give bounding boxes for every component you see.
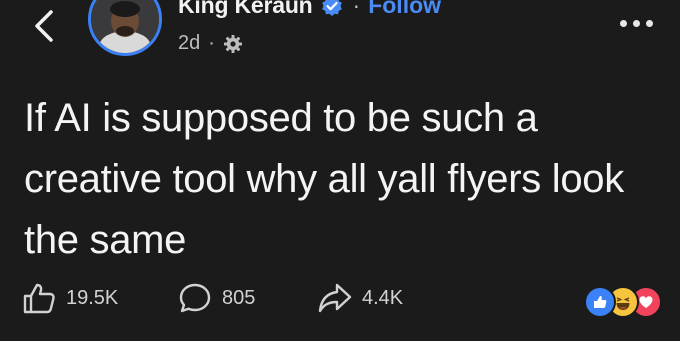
like-reaction-icon	[584, 286, 616, 318]
reactions-summary[interactable]	[584, 286, 662, 318]
share-button[interactable]: 4.4K	[318, 282, 403, 314]
comment-button[interactable]: 805	[178, 282, 255, 314]
more-options-button[interactable]	[614, 8, 658, 38]
action-bar: 19.5K 805 4.4K	[0, 280, 680, 330]
author-line: King Keraun · Follow	[178, 0, 441, 19]
author-name[interactable]: King Keraun	[178, 0, 313, 19]
avatar-image	[91, 0, 159, 53]
comment-count: 805	[222, 286, 256, 309]
thumbs-up-icon	[23, 283, 55, 314]
post-text: If AI is supposed to be such a creative …	[24, 96, 624, 262]
verified-badge-icon	[321, 0, 342, 16]
gear-icon	[223, 34, 242, 53]
comment-icon	[179, 283, 211, 313]
post-time[interactable]: 2d	[178, 32, 200, 55]
post-meta: 2d ·	[178, 32, 243, 55]
more-dot-icon	[645, 19, 653, 27]
like-count: 19.5K	[66, 286, 119, 309]
separator-dot: ·	[352, 0, 361, 18]
share-arrow-icon	[318, 283, 352, 313]
back-button[interactable]	[24, 4, 64, 48]
more-dot-icon	[632, 19, 640, 27]
post-header: King Keraun · Follow 2d ·	[0, 0, 680, 70]
chevron-left-icon	[35, 10, 53, 42]
avatar[interactable]	[88, 0, 162, 56]
meta-separator: ·	[208, 32, 215, 54]
share-count: 4.4K	[362, 286, 404, 309]
follow-button[interactable]: Follow	[368, 0, 441, 19]
like-button[interactable]: 19.5K	[22, 282, 118, 314]
more-dot-icon	[619, 19, 627, 27]
